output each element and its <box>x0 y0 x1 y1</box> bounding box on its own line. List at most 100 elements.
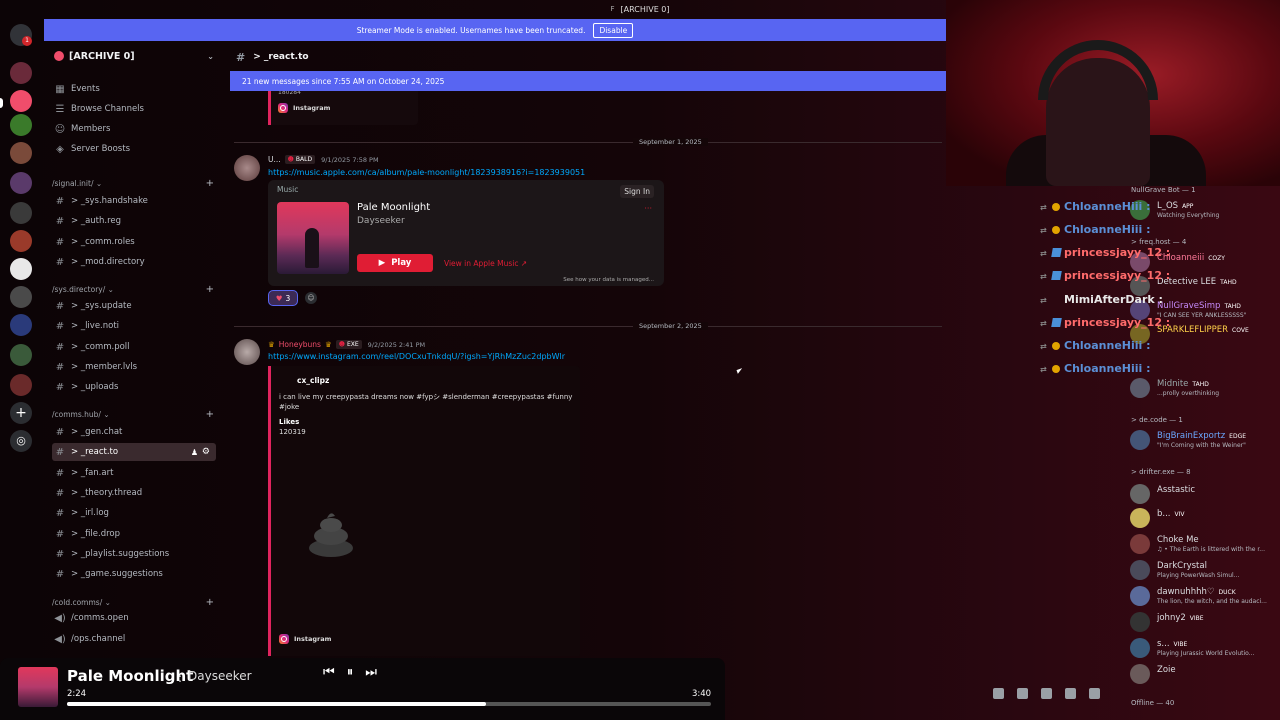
embed-source[interactable]: Instagram <box>278 103 330 113</box>
avatar[interactable] <box>234 339 260 365</box>
server-icon[interactable] <box>10 172 32 194</box>
category-comms[interactable]: /comms.hub/ ⌄ + <box>52 407 216 421</box>
channel-item[interactable]: # > _comm.poll <box>52 338 216 356</box>
add-channel-icon[interactable]: + <box>206 284 214 295</box>
channel-item[interactable]: # > _comm.roles <box>52 233 216 251</box>
member-item[interactable]: s... VIBE Playing Jurassic World Evolutio.… <box>1130 636 1278 660</box>
category-label: /signal.init/ <box>52 178 94 188</box>
server-icon[interactable] <box>10 314 32 336</box>
skull-icon: ☻ <box>287 156 294 163</box>
embed-author[interactable]: cx_clipz <box>297 376 329 385</box>
channel-item[interactable]: # > _mod.directory <box>52 253 216 271</box>
channel-item[interactable]: # > _file.drop <box>52 525 216 543</box>
author-name[interactable]: U... <box>268 155 281 164</box>
add-channel-icon[interactable]: + <box>206 597 214 608</box>
heart-reaction[interactable]: ♥ 3 <box>268 290 298 306</box>
server-icon[interactable] <box>10 344 32 366</box>
channel-item[interactable]: # > _game.suggestions <box>52 565 216 583</box>
disable-button[interactable]: Disable <box>593 22 634 38</box>
server-icon[interactable] <box>10 258 32 280</box>
channel-item[interactable]: # > _auth.reg <box>52 212 216 230</box>
member-name-text: Asstastic <box>1157 485 1196 495</box>
category-signal[interactable]: /signal.init/ ⌄ + <box>52 176 216 190</box>
more-icon[interactable]: ··· <box>644 204 652 213</box>
gift-icon[interactable] <box>993 688 1004 699</box>
server-icon[interactable] <box>10 142 32 164</box>
member-item[interactable]: DarkCrystal Playing PowerWash Simul... <box>1130 558 1278 582</box>
channel-item[interactable]: # > _sys.handshake <box>52 192 216 210</box>
discover-icon[interactable]: ◎ <box>10 430 32 452</box>
category-cold[interactable]: /cold.comms/ ⌄ + <box>52 595 216 609</box>
message-link[interactable]: https://music.apple.com/ca/album/pale-mo… <box>268 168 585 177</box>
member-name-text: s... <box>1157 639 1170 649</box>
track-artist: Dayseeker <box>357 216 405 226</box>
channel-item-active[interactable]: # > _react.to ⚙ ♟ <box>52 443 216 461</box>
author-name[interactable]: Honeybuns <box>279 340 321 349</box>
channel-item[interactable]: # > _live.noti <box>52 317 216 335</box>
data-managed-link[interactable]: See how your data is managed... <box>563 277 654 283</box>
embed-source[interactable]: Instagram <box>279 634 331 644</box>
invite-icon[interactable]: ♟ <box>191 448 198 457</box>
voice-channel-item[interactable]: ◀) /ops.channel <box>52 630 216 648</box>
emoji-icon[interactable] <box>1065 688 1076 699</box>
embed-description: i can live my creepypasta dreams now #fy… <box>279 393 573 411</box>
channel-item[interactable]: # > _theory.thread <box>52 484 216 502</box>
previous-track-icon[interactable]: ⏮ <box>323 665 335 680</box>
embed-source-label: Instagram <box>294 635 332 643</box>
member-item[interactable]: b... VIV <box>1130 506 1278 530</box>
new-messages-bar[interactable]: 21 new messages since 7:55 AM on October… <box>230 71 946 91</box>
server-icon-active[interactable] <box>10 90 32 112</box>
channel-item[interactable]: # > _uploads <box>52 378 216 396</box>
channel-item[interactable]: # > _sys.update <box>52 297 216 315</box>
browse-icon: ☰ <box>55 103 65 115</box>
channel-item[interactable]: # > _gen.chat <box>52 423 216 441</box>
pause-icon[interactable]: ⏸ <box>347 665 354 680</box>
channel-item[interactable]: # > _member.lvls <box>52 358 216 376</box>
server-icon[interactable] <box>10 202 32 224</box>
member-item[interactable]: Midnite TAHD ...prolly overthinking <box>1130 376 1278 400</box>
progress-bar[interactable] <box>67 702 711 706</box>
avatar[interactable] <box>234 155 260 181</box>
server-icon[interactable] <box>10 230 32 252</box>
headphones-icon <box>1038 40 1158 100</box>
member-item[interactable]: Zoie <box>1130 662 1278 686</box>
sticker-icon[interactable] <box>1041 688 1052 699</box>
nav-browse-channels[interactable]: ☰ Browse Channels <box>52 100 216 118</box>
apps-icon[interactable] <box>1089 688 1100 699</box>
channel-item[interactable]: # > _fan.art <box>52 464 216 482</box>
reaction-count: 3 <box>285 293 291 303</box>
add-reaction-icon[interactable]: ☺ <box>305 292 317 304</box>
category-sys[interactable]: /sys.directory/ ⌄ + <box>52 282 216 296</box>
server-icon[interactable] <box>10 374 32 396</box>
nav-members[interactable]: ☺ Members <box>52 120 216 138</box>
nav-events[interactable]: ▦ Events <box>52 80 216 98</box>
member-item[interactable]: Asstastic <box>1130 482 1278 506</box>
channel-item[interactable]: # > _playlist.suggestions <box>52 545 216 563</box>
server-icon[interactable] <box>10 114 32 136</box>
play-button[interactable]: ▶ Play <box>357 254 433 272</box>
member-item[interactable]: Choke Me ♫ • The Earth is littered with t… <box>1130 532 1278 556</box>
member-item[interactable]: dawnuhhhh♡ DUCK The lion, the witch, and t… <box>1130 584 1278 608</box>
add-channel-icon[interactable]: + <box>206 178 214 189</box>
gif-icon[interactable] <box>1017 688 1028 699</box>
role-tag: ☻ EXE <box>335 340 362 349</box>
next-track-icon[interactable]: ⏭ <box>365 665 377 680</box>
member-item[interactable]: johny2 VIBE <box>1130 610 1278 634</box>
member-name-text: DarkCrystal <box>1157 561 1207 571</box>
sword-icon: ⇄ <box>1040 202 1047 212</box>
settings-icon[interactable]: ⚙ <box>202 447 210 457</box>
voice-channel-item[interactable]: ◀) /comms.open <box>52 609 216 627</box>
chat-username: ChloanneHiii : <box>1064 362 1151 375</box>
nav-server-boosts[interactable]: ◈ Server Boosts <box>52 140 216 158</box>
likes-value: 120319 <box>279 428 306 436</box>
member-item[interactable]: BigBrainExportz EDGE "I'm Coming with the … <box>1130 428 1278 452</box>
server-icon[interactable] <box>10 286 32 308</box>
channel-item[interactable]: # > _irl.log <box>52 504 216 522</box>
view-in-apple-music-link[interactable]: View in Apple Music ↗ <box>444 259 527 268</box>
server-icon[interactable] <box>10 62 32 84</box>
server-header[interactable]: [ARCHIVE 0] ⌄ <box>44 44 222 68</box>
message-link[interactable]: https://www.instagram.com/reel/DOCxuTnkd… <box>268 352 565 361</box>
add-channel-icon[interactable]: + <box>206 409 214 420</box>
sign-in-button[interactable]: Sign In <box>620 185 654 198</box>
add-server-icon[interactable]: + <box>10 402 32 424</box>
